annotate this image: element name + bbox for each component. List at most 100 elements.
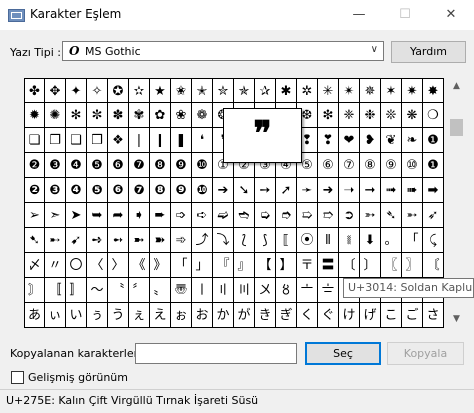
character-cell[interactable]: 』 <box>234 253 255 278</box>
character-cell[interactable]: ➶ <box>423 203 444 228</box>
character-cell[interactable]: ✼ <box>87 103 108 128</box>
character-cell[interactable]: ★ <box>150 78 171 103</box>
character-cell[interactable]: ➭ <box>255 203 276 228</box>
character-cell[interactable]: ❸ <box>45 178 66 203</box>
character-cell[interactable]: ❻ <box>108 178 129 203</box>
character-cell[interactable]: ➯ <box>297 203 318 228</box>
character-cell[interactable]: ⑥ <box>318 153 339 178</box>
character-cell[interactable]: ➲ <box>339 203 360 228</box>
character-cell[interactable]: ❚ <box>171 128 192 153</box>
character-cell[interactable]: ぐ <box>318 303 339 328</box>
character-cell[interactable]: ぇ <box>129 303 150 328</box>
character-cell[interactable]: ✸ <box>423 78 444 103</box>
character-cell[interactable]: ぅ <box>87 303 108 328</box>
character-cell[interactable]: ➧ <box>129 203 150 228</box>
character-cell[interactable]: ❦ <box>381 128 402 153</box>
vertical-scrollbar[interactable]: ▲ ▼ <box>448 78 465 328</box>
character-cell[interactable]: 〗 <box>402 253 423 278</box>
character-cell[interactable]: お <box>192 303 213 328</box>
character-cell[interactable]: ❉ <box>360 103 381 128</box>
character-cell[interactable]: ✻ <box>66 103 87 128</box>
character-cell[interactable]: ⟅ <box>234 228 255 253</box>
character-cell[interactable]: ✫ <box>129 78 150 103</box>
character-cell[interactable]: 〞 <box>129 278 150 303</box>
character-cell[interactable]: ✪ <box>108 78 129 103</box>
scroll-down-arrow-icon[interactable]: ▼ <box>448 311 465 328</box>
character-cell[interactable]: ぎ <box>276 303 297 328</box>
character-cell[interactable]: ➼ <box>129 228 150 253</box>
character-cell[interactable]: 〥 <box>276 278 297 303</box>
character-cell[interactable]: ➤ <box>66 203 87 228</box>
character-cell[interactable]: ➻ <box>108 228 129 253</box>
character-cell[interactable]: ⟦ <box>276 228 297 253</box>
close-button[interactable]: ✕ <box>428 0 474 30</box>
character-cell[interactable]: ➜ <box>318 178 339 203</box>
maximize-button[interactable]: ☐ <box>382 0 428 30</box>
character-cell[interactable]: ➸ <box>45 228 66 253</box>
character-cell[interactable]: ✧ <box>87 78 108 103</box>
character-cell[interactable]: ➵ <box>402 203 423 228</box>
character-cell[interactable]: ➟ <box>381 178 402 203</box>
character-cell[interactable]: ➬ <box>234 203 255 228</box>
character-cell[interactable]: 〛 <box>66 278 87 303</box>
character-cell[interactable]: ➺ <box>87 228 108 253</box>
character-cell[interactable]: ❼ <box>129 178 150 203</box>
character-cell[interactable]: ✮ <box>213 78 234 103</box>
character-cell[interactable]: ぃ <box>45 303 66 328</box>
character-cell[interactable]: 〦 <box>297 278 318 303</box>
character-cell[interactable]: 《 <box>129 253 150 278</box>
character-cell[interactable]: ✷ <box>402 78 423 103</box>
character-cell[interactable]: ✺ <box>45 103 66 128</box>
character-cell[interactable]: ➡ <box>423 178 444 203</box>
character-cell[interactable]: ➥ <box>87 203 108 228</box>
scroll-thumb[interactable] <box>450 119 463 136</box>
character-cell[interactable]: ❘ <box>129 128 150 153</box>
character-cell[interactable]: ご <box>402 303 423 328</box>
character-cell[interactable]: ➙ <box>255 178 276 203</box>
character-cell[interactable]: ➴ <box>381 203 402 228</box>
character-cell[interactable]: 〧 <box>318 278 339 303</box>
character-cell[interactable]: ❾ <box>171 178 192 203</box>
advanced-view-checkbox[interactable] <box>11 371 24 384</box>
character-cell[interactable]: ❽ <box>150 178 171 203</box>
character-cell[interactable]: ➩ <box>171 203 192 228</box>
character-cell[interactable]: ❁ <box>192 103 213 128</box>
character-cell[interactable]: ❺ <box>87 178 108 203</box>
copy-characters-input[interactable] <box>135 343 297 364</box>
character-cell[interactable]: ❧ <box>402 128 423 153</box>
character-cell[interactable]: 〘 <box>423 253 444 278</box>
character-cell[interactable]: ❶ <box>423 128 444 153</box>
character-cell[interactable]: ✦ <box>66 78 87 103</box>
character-cell[interactable]: ✶ <box>381 78 402 103</box>
character-cell[interactable]: 〈 <box>87 253 108 278</box>
character-cell[interactable]: ➳ <box>360 203 381 228</box>
character-cell[interactable]: ⦀ <box>318 228 339 253</box>
character-cell[interactable]: ⑧ <box>360 153 381 178</box>
character-cell[interactable]: ➠ <box>402 178 423 203</box>
character-cell[interactable]: 〓 <box>318 253 339 278</box>
character-cell[interactable]: う <box>108 303 129 328</box>
character-cell[interactable]: 「 <box>171 253 192 278</box>
character-cell[interactable]: 『 <box>213 253 234 278</box>
character-cell[interactable]: ❿ <box>192 153 213 178</box>
character-cell[interactable]: ⤵ <box>213 228 234 253</box>
character-cell[interactable]: 〟 <box>150 278 171 303</box>
character-cell[interactable]: ⤴ <box>192 228 213 253</box>
minimize-button[interactable]: — <box>336 0 382 30</box>
character-cell[interactable]: ✱ <box>276 78 297 103</box>
character-cell[interactable]: ➚ <box>276 178 297 203</box>
character-cell[interactable]: ❥ <box>360 128 381 153</box>
character-cell[interactable]: ✰ <box>255 78 276 103</box>
character-cell[interactable]: ✵ <box>360 78 381 103</box>
character-cell[interactable]: ✽ <box>108 103 129 128</box>
character-cell[interactable]: ➫ <box>213 203 234 228</box>
advanced-view-label[interactable]: Gelişmiş görünüm <box>28 371 128 384</box>
character-cell[interactable]: ❷ <box>24 153 45 178</box>
character-cell[interactable]: ❹ <box>66 178 87 203</box>
character-cell[interactable]: 〠 <box>171 278 192 303</box>
character-cell[interactable]: ➾ <box>171 228 192 253</box>
character-cell[interactable]: が <box>234 303 255 328</box>
character-cell[interactable]: 〤 <box>255 278 276 303</box>
character-cell[interactable]: 〆 <box>24 253 45 278</box>
character-cell[interactable]: ✭ <box>192 78 213 103</box>
